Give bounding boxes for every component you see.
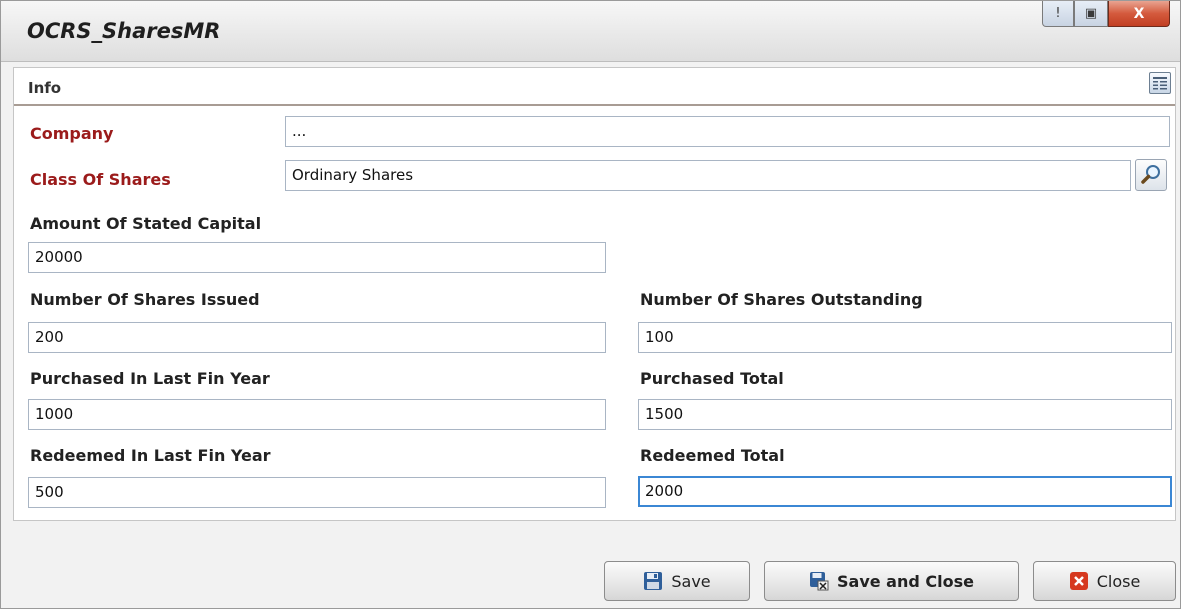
class-of-shares-lookup-button[interactable] [1135,159,1167,191]
redeemed-in-last-fin-year-field[interactable]: 500 [28,477,606,508]
close-button[interactable]: Close [1033,561,1176,601]
purchased-in-last-fin-year-field[interactable]: 1000 [28,399,606,430]
save-button[interactable]: Save [604,561,750,601]
floppy-disk-icon [644,572,663,590]
section-title: Info [28,79,62,97]
redeemed-total-field[interactable]: 2000 [638,476,1172,507]
purchased-total-field[interactable]: 1500 [638,399,1172,430]
close-button-label: Close [1096,571,1141,591]
window-title: OCRS_SharesMR [27,19,221,43]
red-x-icon [1069,572,1088,590]
close-window-button[interactable]: X [1108,1,1170,27]
info-panel: Info Company ... Class Of Shares Ordinar… [13,67,1176,521]
amount-of-stated-capital-label: Amount Of Stated Capital [30,214,262,233]
redeemed-in-last-fin-year-label: Redeemed In Last Fin Year [30,446,271,465]
section-header: Info [14,68,1175,106]
number-of-shares-outstanding-field[interactable]: 100 [638,322,1172,353]
class-of-shares-field[interactable]: Ordinary Shares [285,160,1131,191]
dialog-window: OCRS_SharesMR ! ▣ X Info Company ... Cla… [0,0,1181,609]
purchased-total-label: Purchased Total [640,369,784,388]
company-label: Company [30,124,114,143]
number-of-shares-outstanding-label: Number Of Shares Outstanding [640,290,923,309]
title-bar[interactable]: OCRS_SharesMR ! ▣ X [1,1,1180,62]
window-controls: ! ▣ X [1042,1,1170,31]
class-of-shares-label: Class Of Shares [30,170,171,189]
save-and-close-button-label: Save and Close [837,571,974,591]
close-icon: X [1133,5,1145,22]
magnifier-icon [1141,165,1160,184]
number-of-shares-issued-label: Number Of Shares Issued [30,290,260,309]
save-and-close-button[interactable]: Save and Close [764,561,1019,601]
save-button-label: Save [671,571,711,591]
minimize-icon: ! [1055,6,1061,21]
number-of-shares-issued-field[interactable]: 200 [28,322,606,353]
company-field[interactable]: ... [285,116,1170,147]
minimize-button[interactable]: ! [1042,1,1074,27]
form-layout-icon[interactable] [1149,72,1171,94]
maximize-button[interactable]: ▣ [1074,1,1108,27]
save-close-icon [810,572,829,591]
redeemed-total-label: Redeemed Total [640,446,785,465]
amount-of-stated-capital-field[interactable]: 20000 [28,242,606,273]
maximize-icon: ▣ [1084,6,1098,21]
purchased-in-last-fin-year-label: Purchased In Last Fin Year [30,369,270,388]
